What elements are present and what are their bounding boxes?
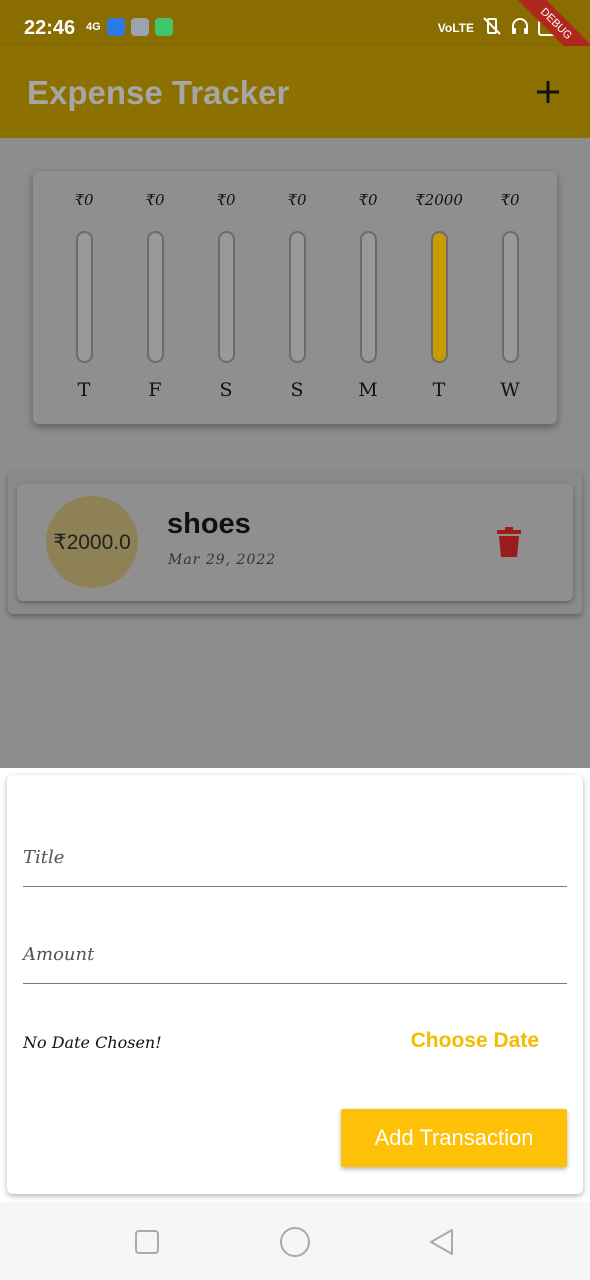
back-button[interactable] [426, 1226, 458, 1258]
chart-bar-track [502, 231, 519, 363]
chart-bar-track [218, 231, 235, 363]
home-button[interactable] [279, 1226, 311, 1258]
date-status-text: No Date Chosen! [23, 1033, 162, 1052]
transaction-item: ₹2000.0 shoes Mar 29, 2022 [17, 484, 573, 601]
plus-icon [537, 81, 559, 103]
transaction-amount-avatar: ₹2000.0 [46, 496, 138, 588]
chart-bar-amount: ₹2000 [415, 191, 463, 209]
chart-bar-day: S [290, 379, 304, 401]
weekly-chart: ₹0 T ₹0 F ₹0 S ₹0 S ₹0 M ₹2000 T ₹0 W [52, 189, 542, 409]
chart-bar-track [360, 231, 377, 363]
chart-bar-column: ₹0 T [52, 189, 116, 409]
trash-icon [497, 527, 521, 557]
system-nav-bar [0, 1202, 590, 1280]
app-bar: Expense Tracker [0, 46, 590, 138]
chart-bar-column: ₹0 S [265, 189, 329, 409]
chart-bar-column: ₹0 S [194, 189, 258, 409]
circle-icon [280, 1227, 310, 1257]
drive-icon [130, 18, 149, 36]
chart-bar-day: T [77, 379, 91, 401]
title-field-label: Title [23, 847, 65, 868]
chart-bar-fill [433, 233, 446, 361]
title-field[interactable]: Title [23, 827, 567, 887]
chart-bar-column: ₹0 F [123, 189, 187, 409]
choose-date-button[interactable]: Choose Date [411, 1029, 539, 1053]
chart-bar-day: T [432, 379, 446, 401]
chart-bar-amount: ₹0 [287, 191, 307, 209]
chart-bar-column: ₹2000 T [407, 189, 471, 409]
chart-bar-day: W [500, 379, 520, 401]
back-triangle-icon [430, 1229, 453, 1255]
square-icon [135, 1230, 159, 1254]
chart-bar-amount: ₹0 [358, 191, 378, 209]
chart-bar-track [147, 231, 164, 363]
chat-icon [154, 18, 173, 36]
chart-bar-amount: ₹0 [74, 191, 94, 209]
new-transaction-sheet: Title Amount No Date Chosen! Choose Date… [0, 768, 590, 1202]
add-transaction-icon-button[interactable] [528, 72, 568, 112]
add-transaction-button[interactable]: Add Transaction [341, 1109, 567, 1167]
status-time: 22:46 [24, 17, 76, 39]
delete-transaction-button[interactable] [497, 527, 521, 557]
status-left-icons: 4G [86, 18, 173, 36]
amount-field[interactable]: Amount [23, 924, 567, 984]
recents-button[interactable] [131, 1226, 163, 1258]
headphones-icon [510, 16, 530, 39]
chart-bar-day: F [148, 379, 162, 401]
transaction-amount: ₹2000.0 [53, 530, 131, 554]
amount-field-label: Amount [23, 944, 95, 965]
volte-indicator: VoLTE [437, 20, 474, 35]
chart-bar-amount: ₹0 [145, 191, 165, 209]
chart-bar-column: ₹0 W [478, 189, 542, 409]
transaction-date: Mar 29, 2022 [168, 552, 277, 568]
transaction-title: shoes [167, 508, 251, 540]
usb-icon [106, 18, 125, 36]
chart-bar-track [76, 231, 93, 363]
vibrate-icon [482, 16, 502, 39]
chart-bar-track [289, 231, 306, 363]
chart-bar-column: ₹0 M [336, 189, 400, 409]
new-transaction-form: Title Amount No Date Chosen! Choose Date… [7, 775, 583, 1194]
app-title: Expense Tracker [27, 74, 290, 111]
chart-bar-day: M [358, 379, 378, 401]
chart-bar-amount: ₹0 [216, 191, 236, 209]
signal-indicator: 4G [86, 21, 101, 33]
status-bar: 22:46 4G VoLTE 58 DEBUG [0, 0, 590, 81]
chart-bar-day: S [219, 379, 233, 401]
chart-bar-track [431, 231, 448, 363]
chart-bar-amount: ₹0 [500, 191, 520, 209]
weekly-chart-card: ₹0 T ₹0 F ₹0 S ₹0 S ₹0 M ₹2000 T ₹0 W [33, 171, 557, 424]
